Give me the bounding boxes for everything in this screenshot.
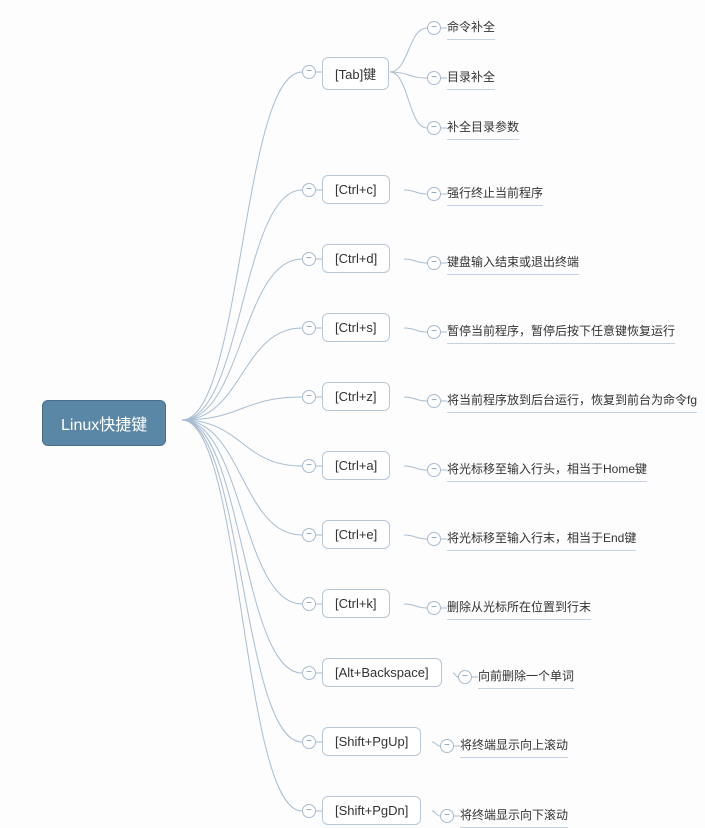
collapse-icon[interactable]: − [427,21,441,35]
leaf-label: 将终端显示向下滚动 [460,808,568,822]
collapse-icon[interactable]: − [427,601,441,615]
branch-node[interactable]: [Ctrl+d] [322,244,390,273]
leaf-label: 将当前程序放到后台运行，恢复到前台为命令fg [447,393,697,407]
collapse-icon[interactable]: − [440,809,454,823]
branch-node[interactable]: [Ctrl+s] [322,313,390,342]
leaf-node[interactable]: 目录补全 [447,68,495,90]
collapse-icon[interactable]: − [302,666,316,680]
leaf-node[interactable]: 将终端显示向下滚动 [460,806,568,828]
collapse-icon[interactable]: − [302,597,316,611]
leaf-node[interactable]: 命令补全 [447,18,495,40]
collapse-icon[interactable]: − [427,325,441,339]
branch-label: [Ctrl+s] [335,320,377,335]
branch-label: [Alt+Backspace] [335,665,429,680]
collapse-icon[interactable]: − [302,252,316,266]
leaf-node[interactable]: 将当前程序放到后台运行，恢复到前台为命令fg [447,391,697,413]
leaf-label: 目录补全 [447,70,495,84]
leaf-label: 将光标移至输入行头，相当于Home键 [447,462,647,476]
branch-label: [Ctrl+k] [335,596,377,611]
branch-node[interactable]: [Ctrl+k] [322,589,390,618]
collapse-icon[interactable]: − [302,804,316,818]
leaf-label: 暂停当前程序，暂停后按下任意键恢复运行 [447,324,675,338]
leaf-node[interactable]: 将终端显示向上滚动 [460,736,568,758]
branch-node[interactable]: [Shift+PgDn] [322,796,421,825]
leaf-node[interactable]: 将光标移至输入行头，相当于Home键 [447,460,647,482]
collapse-icon[interactable]: − [427,256,441,270]
leaf-label: 删除从光标所在位置到行末 [447,600,591,614]
collapse-icon[interactable]: − [427,532,441,546]
branch-label: [Shift+PgDn] [335,803,408,818]
collapse-icon[interactable]: − [302,321,316,335]
collapse-icon[interactable]: − [302,528,316,542]
leaf-label: 命令补全 [447,20,495,34]
leaf-node[interactable]: 将光标移至输入行末，相当于End键 [447,529,636,551]
collapse-icon[interactable]: − [427,187,441,201]
leaf-label: 键盘输入结束或退出终端 [447,255,579,269]
leaf-node[interactable]: 向前删除一个单词 [478,667,574,689]
collapse-icon[interactable]: − [427,121,441,135]
collapse-icon[interactable]: − [427,71,441,85]
collapse-icon[interactable]: − [302,183,316,197]
collapse-icon[interactable]: − [458,670,472,684]
branch-label: [Ctrl+z] [335,389,377,404]
collapse-icon[interactable]: − [302,390,316,404]
branch-node[interactable]: [Ctrl+a] [322,451,390,480]
leaf-node[interactable]: 键盘输入结束或退出终端 [447,253,579,275]
leaf-label: 将光标移至输入行末，相当于End键 [447,531,636,545]
leaf-node[interactable]: 补全目录参数 [447,118,519,140]
leaf-label: 强行终止当前程序 [447,186,543,200]
leaf-node[interactable]: 删除从光标所在位置到行末 [447,598,591,620]
branch-label: [Ctrl+d] [335,251,377,266]
branch-label: [Shift+PgUp] [335,734,408,749]
branch-node[interactable]: [Ctrl+e] [322,520,390,549]
collapse-icon[interactable]: − [302,459,316,473]
leaf-label: 补全目录参数 [447,120,519,134]
collapse-icon[interactable]: − [427,463,441,477]
root-label: Linux快捷键 [61,417,147,434]
collapse-icon[interactable]: − [302,65,316,79]
leaf-node[interactable]: 强行终止当前程序 [447,184,543,206]
leaf-node[interactable]: 暂停当前程序，暂停后按下任意键恢复运行 [447,322,675,344]
branch-label: [Tab]键 [335,67,376,82]
branch-node[interactable]: [Ctrl+c] [322,175,390,204]
branch-label: [Ctrl+a] [335,458,377,473]
branch-label: [Ctrl+e] [335,527,377,542]
branch-node[interactable]: [Ctrl+z] [322,382,390,411]
branch-node[interactable]: [Alt+Backspace] [322,658,442,687]
root-node[interactable]: Linux快捷键 [42,400,166,446]
branch-label: [Ctrl+c] [335,182,377,197]
collapse-icon[interactable]: − [440,739,454,753]
branch-node[interactable]: [Shift+PgUp] [322,727,421,756]
collapse-icon[interactable]: − [427,394,441,408]
leaf-label: 向前删除一个单词 [478,669,574,683]
leaf-label: 将终端显示向上滚动 [460,738,568,752]
branch-node[interactable]: [Tab]键 [322,57,389,90]
collapse-icon[interactable]: − [302,735,316,749]
